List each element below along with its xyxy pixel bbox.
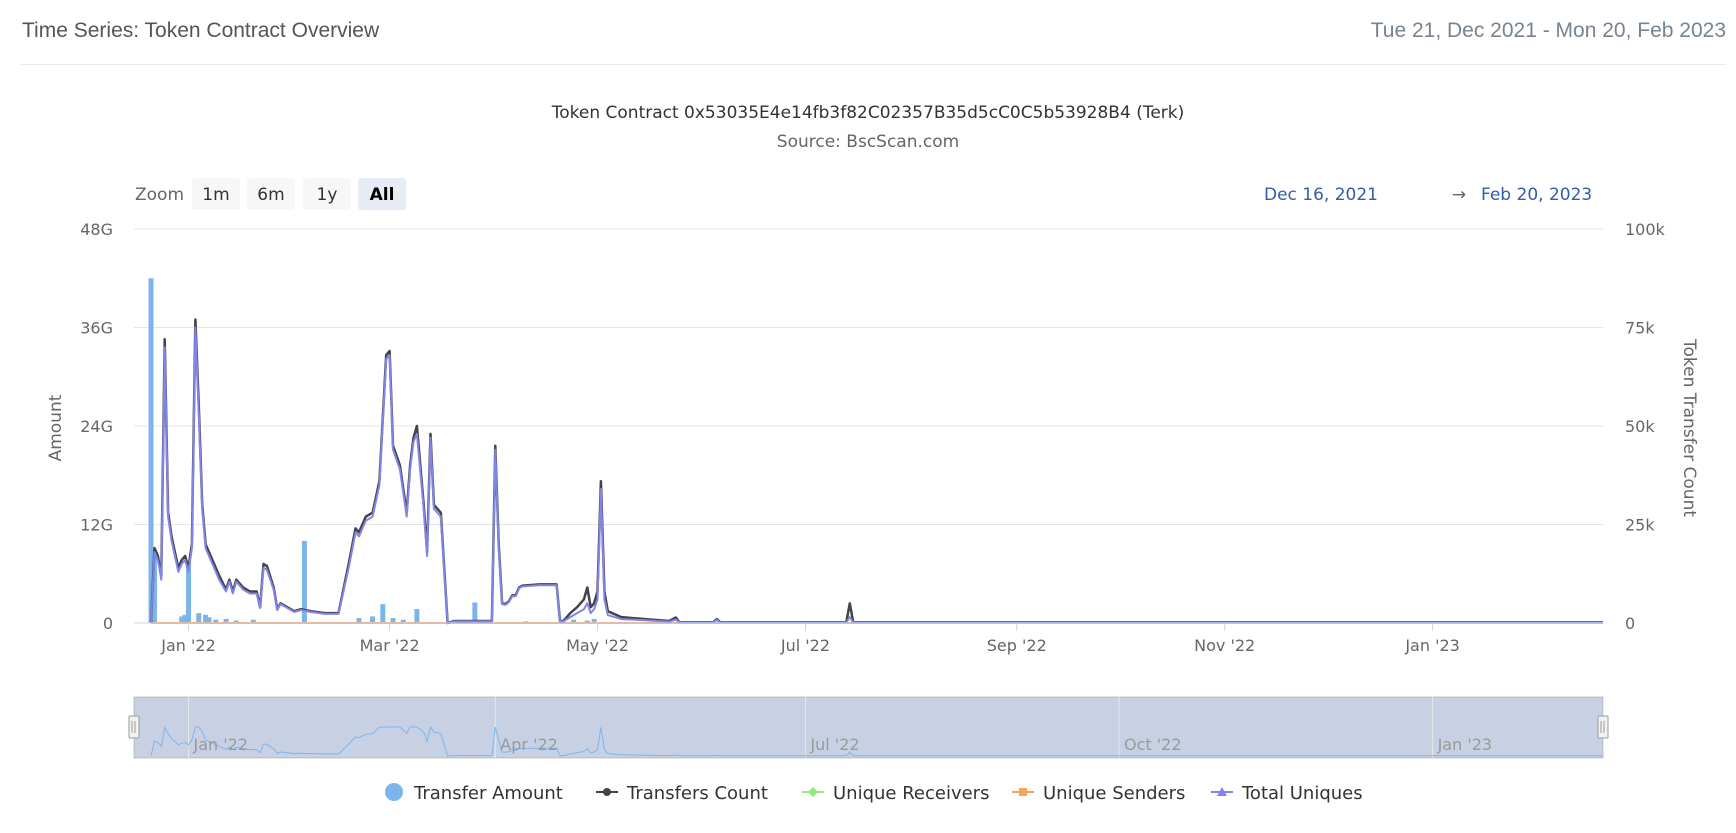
chart: Token Contract 0x53035E4e14fb3f82C02357B… (46, 103, 1699, 804)
zoom-button-1y-label: 1y (317, 185, 338, 205)
x-tick-label: Jul '22 (780, 636, 830, 655)
navigator-tick-label: Jul '22 (809, 735, 859, 754)
navigator-tick-label: Apr '22 (500, 735, 558, 754)
grid-lines (134, 228, 1603, 525)
zoom-button-all-label: All (370, 185, 395, 205)
y-axis-right-ticks: 0 25k 50k 75k 100k (1625, 220, 1666, 633)
x-axis-ticks: Jan '22 Mar '22 May '22 Jul '22 Sep '22 Nov '… (160, 623, 1460, 655)
legend-item-unique-receivers[interactable]: Unique Receivers (802, 783, 989, 804)
zoom-button-1m-label: 1m (202, 185, 229, 205)
legend-symbol-transfers-count (603, 788, 611, 796)
y-axis-left-ticks: 0 12G 24G 36G 48G (80, 220, 113, 633)
y-right-tick-label: 100k (1625, 220, 1666, 239)
chart-title: Token Contract 0x53035E4e14fb3f82C02357B… (551, 103, 1185, 123)
transfer-amount-bar (196, 613, 202, 623)
x-tick-label: Mar '22 (360, 636, 420, 655)
y-axis-right-title: Token Transfer Count (1679, 338, 1699, 517)
legend: Transfer Amount Transfers Count Unique R… (385, 783, 1363, 804)
y-axis-left-title: Amount (46, 394, 66, 461)
zoom-button-6m[interactable]: 6m (247, 178, 295, 210)
zoom-button-1m[interactable]: 1m (192, 178, 240, 210)
y-left-tick-label: 48G (80, 220, 113, 239)
series-line-transfers-count (149, 318, 1603, 625)
legend-label-total-uniques: Total Uniques (1241, 783, 1363, 804)
range-arrow: → (1452, 185, 1466, 205)
x-tick-label: Jan '22 (160, 636, 216, 655)
legend-item-transfers-count[interactable]: Transfers Count (596, 783, 768, 804)
series-line-total-uniques (150, 326, 1603, 624)
y-right-tick-label: 50k (1625, 417, 1655, 436)
navigator-handle-left[interactable] (128, 715, 140, 739)
legend-label-transfer-amount: Transfer Amount (413, 783, 563, 804)
navigator[interactable]: Jan '22 Apr '22 Jul '22 Oct '22 Jan '23 (128, 696, 1609, 759)
y-right-tick-label: 0 (1625, 614, 1635, 633)
legend-label-transfers-count: Transfers Count (626, 783, 768, 804)
y-left-tick-label: 0 (103, 614, 113, 633)
x-tick-label: Sep '22 (987, 636, 1047, 655)
legend-item-total-uniques[interactable]: Total Uniques (1211, 783, 1363, 804)
zoom-label: Zoom (135, 185, 184, 205)
y-left-tick-label: 12G (80, 516, 113, 535)
zoom-button-all[interactable]: All (358, 178, 406, 210)
line-series (149, 318, 1603, 625)
transfer-amount-bar (380, 604, 386, 623)
chart-subtitle: Source: BscScan.com (777, 132, 959, 152)
zoom-button-6m-label: 6m (257, 185, 284, 205)
legend-label-unique-senders: Unique Senders (1043, 783, 1185, 804)
legend-item-unique-senders[interactable]: Unique Senders (1012, 783, 1185, 804)
y-right-tick-label: 25k (1625, 516, 1655, 535)
y-right-tick-label: 75k (1625, 319, 1655, 338)
y-left-tick-label: 24G (80, 417, 113, 436)
x-tick-label: May '22 (566, 636, 629, 655)
x-tick-label: Jan '23 (1404, 636, 1460, 655)
y-left-tick-label: 36G (80, 319, 113, 338)
transfer-amount-bar (414, 609, 420, 623)
legend-symbol-unique-senders (1019, 788, 1027, 796)
legend-symbol-transfer-amount (385, 783, 403, 801)
zoom-button-1y[interactable]: 1y (303, 178, 351, 210)
navigator-tick-label: Oct '22 (1124, 735, 1182, 754)
legend-symbol-unique-receivers (808, 787, 818, 797)
x-tick-label: Nov '22 (1194, 636, 1255, 655)
navigator-tick-label: Jan '22 (193, 735, 249, 754)
legend-label-unique-receivers: Unique Receivers (833, 783, 989, 804)
range-from-input[interactable]: Dec 16, 2021 (1264, 185, 1378, 205)
navigator-selected-range[interactable] (134, 697, 1603, 758)
range-to-input[interactable]: Feb 20, 2023 (1481, 185, 1592, 205)
navigator-handle-right[interactable] (1597, 715, 1609, 739)
legend-item-transfer-amount[interactable]: Transfer Amount (385, 783, 563, 804)
navigator-tick-label: Jan '23 (1437, 735, 1493, 754)
